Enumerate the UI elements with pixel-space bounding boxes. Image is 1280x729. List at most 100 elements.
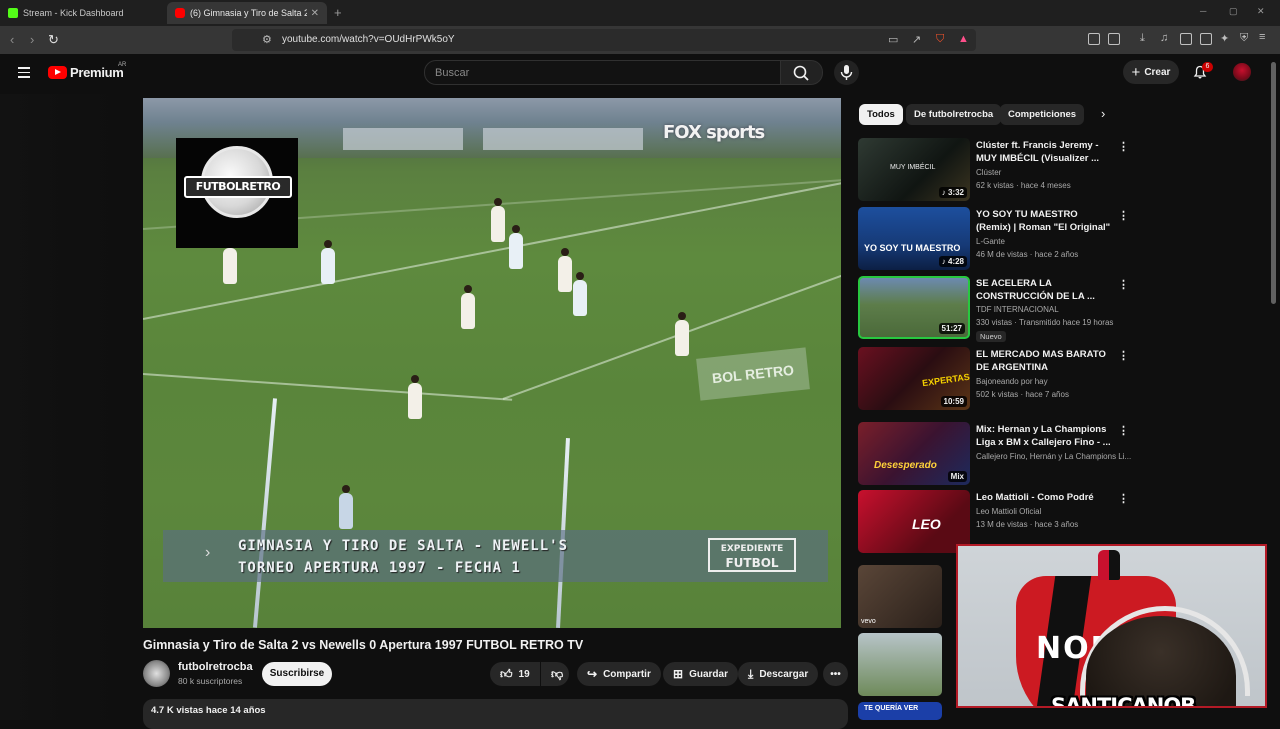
search-placeholder: Buscar [435, 67, 470, 79]
more-vert-icon[interactable]: ⋮ [1118, 140, 1129, 153]
video-thumbnail[interactable]: vevo [858, 565, 942, 628]
account-avatar[interactable] [1233, 63, 1251, 81]
chip-todos[interactable]: Todos [859, 104, 903, 125]
download-icon: ⤓ [748, 666, 754, 681]
wallet-icon[interactable] [1200, 33, 1212, 45]
list-item[interactable]: YO SOY TU MAESTRO ♪ 4:28 YO SOY TU MAEST… [858, 207, 1138, 271]
share-icon[interactable]: ↗ [912, 33, 921, 46]
channel-avatar[interactable] [143, 660, 170, 687]
channel-name[interactable]: Bajoneando por hay [976, 377, 1048, 386]
mix-badge: Mix [947, 471, 967, 482]
url-text: youtube.com/watch?v=OUdHrPWk5oY [282, 34, 455, 45]
minimize-icon[interactable]: ─ [1200, 6, 1206, 16]
dislike-button[interactable]: 👎︎ [541, 662, 569, 686]
channel-name[interactable]: Callejero Fino, Hernán y La Champions Li… [976, 452, 1131, 461]
tab-youtube-video[interactable]: (6) Gimnasia y Tiro de Salta 2 vs ✕ [167, 2, 327, 24]
video-thumbnail[interactable]: EXPERTAS 10:59 [858, 347, 970, 410]
more-vert-icon[interactable]: ⋮ [1118, 424, 1129, 437]
tab-kick-dashboard[interactable]: Stream - Kick Dashboard [0, 2, 165, 24]
leo-ai-icon[interactable]: ✦ [1220, 32, 1229, 45]
install-app-icon[interactable]: ▭ [888, 33, 898, 46]
video-thumbnail[interactable]: TE QUERÍA VER [858, 702, 942, 720]
video-title: EL MERCADO MAS BARATO DE ARGENTINA [976, 349, 1106, 373]
search-icon [793, 65, 809, 81]
description-box[interactable]: 4.7 K vistas hace 14 años [143, 699, 848, 729]
youtube-premium-logo[interactable]: Premium AR [48, 62, 126, 80]
list-item[interactable]: EXPERTAS 10:59 EL MERCADO MAS BARATO DE … [858, 347, 1138, 411]
subscriber-count: 80 k suscriptores [178, 676, 243, 686]
more-actions-button[interactable]: ••• [823, 662, 848, 686]
video-title: SE ACELERA LA CONSTRUCCIÓN DE LA ... [976, 278, 1095, 302]
thumbnail-caption: Desesperado [874, 460, 937, 471]
channel-name[interactable]: L-Gante [976, 237, 1005, 246]
video-meta: 62 k vistas · hace 4 meses [976, 181, 1071, 190]
match-lower-third: › GIMNASIA Y TIRO DE SALTA - NEWELL'S TO… [163, 530, 828, 582]
extensions-icon[interactable] [1088, 33, 1100, 45]
video-thumbnail[interactable]: Desesperado Mix [858, 422, 970, 485]
close-tab-icon[interactable]: ✕ [311, 8, 319, 19]
create-label: Crear [1144, 66, 1171, 78]
video-duration: ♪ 3:32 [938, 187, 967, 198]
video-title: Gimnasia y Tiro de Salta 2 vs Newells 0 … [143, 638, 584, 652]
page-scrollbar[interactable] [1271, 62, 1276, 304]
sidebar-icon[interactable] [1180, 33, 1192, 45]
video-thumbnail[interactable] [858, 633, 942, 696]
share-button[interactable]: ↪ Compartir [577, 662, 661, 686]
more-vert-icon[interactable]: ⋮ [1118, 349, 1129, 362]
new-tab-button[interactable]: + [334, 5, 342, 20]
address-bar[interactable]: ⚙ youtube.com/watch?v=OUdHrPWk5oY ▭ ↗ ⛉ … [232, 29, 976, 51]
list-item[interactable]: MUY IMBÉCIL ♪ 3:32 Clúster ft. Francis J… [858, 138, 1138, 202]
close-window-icon[interactable]: ✕ [1257, 6, 1265, 17]
expediente-futbol-badge: EXPEDIENTE FUTBOL [708, 538, 796, 572]
plus-icon: + [1131, 63, 1141, 81]
like-button[interactable]: 👍︎ 19 [490, 662, 540, 686]
brave-shield-icon[interactable]: ⛉ [936, 33, 944, 46]
search-button[interactable] [781, 60, 823, 85]
channel-name[interactable]: Clúster [976, 168, 1001, 177]
channel-name[interactable]: futbolretrocba [178, 661, 253, 673]
pitch-board: BOL RETRO [696, 347, 810, 401]
rewards-icon[interactable]: ▲ [958, 33, 969, 45]
badge-line2: FUTBOL [725, 556, 779, 570]
video-thumbnail[interactable]: LEO [858, 490, 970, 553]
forward-icon[interactable]: › [30, 32, 34, 47]
more-vert-icon[interactable]: ⋮ [1118, 492, 1129, 505]
thumbnail-caption: MUY IMBÉCIL [890, 164, 936, 171]
list-item[interactable]: 51:27 SE ACELERA LA CONSTRUCCIÓN DE LA .… [858, 276, 1138, 342]
video-title: YO SOY TU MAESTRO (Remix) | Roman "El Or… [976, 209, 1111, 233]
video-thumbnail[interactable]: YO SOY TU MAESTRO ♪ 4:28 [858, 207, 970, 270]
create-button[interactable]: + Crear [1123, 60, 1179, 84]
more-vert-icon[interactable]: ⋮ [1118, 278, 1129, 291]
youtube-favicon-icon [175, 8, 185, 18]
channel-name[interactable]: TDF INTERNACIONAL [976, 305, 1059, 314]
chip-channel[interactable]: De futbolretrocba [906, 104, 1002, 125]
chevron-right-icon: › [205, 544, 211, 561]
site-info-icon[interactable]: ⚙ [262, 33, 272, 46]
save-button[interactable]: ⊞ Guardar [663, 662, 738, 686]
subscribe-button[interactable]: Suscribirse [262, 662, 332, 686]
video-thumbnail[interactable]: 51:27 [858, 276, 970, 339]
tab-title: Stream - Kick Dashboard [23, 8, 124, 18]
channel-name[interactable]: Leo Mattioli Oficial [976, 507, 1041, 516]
downloads-icon[interactable]: ⤓ [1140, 32, 1145, 45]
video-title: Mix: Hernan y La Champions Liga x BM x C… [976, 424, 1111, 448]
maximize-icon[interactable]: ▢ [1229, 6, 1238, 17]
voice-search-button[interactable] [834, 60, 859, 85]
more-vert-icon[interactable]: ⋮ [1118, 209, 1129, 222]
reader-mode-icon[interactable] [1108, 33, 1120, 45]
video-thumbnail[interactable]: MUY IMBÉCIL ♪ 3:32 [858, 138, 970, 201]
back-icon[interactable]: ‹ [10, 32, 14, 47]
notification-count-badge: 6 [1202, 62, 1213, 72]
reload-icon[interactable]: ↻ [48, 32, 59, 48]
video-player[interactable]: FUTBOLRETRO FOX sports BOL RETRO › GIMNA… [143, 98, 841, 628]
hamburger-menu-icon[interactable] [18, 67, 30, 78]
search-input[interactable]: Buscar [424, 60, 781, 85]
list-item[interactable]: Desesperado Mix Mix: Hernan y La Champio… [858, 422, 1138, 486]
media-icon[interactable]: ♫ [1160, 32, 1168, 44]
chevron-right-icon[interactable]: › [1101, 106, 1105, 121]
download-button[interactable]: ⤓ Descargar [738, 662, 819, 686]
vpn-icon[interactable]: ⛨ [1240, 32, 1248, 45]
chip-competiciones[interactable]: Competiciones [1000, 104, 1085, 125]
menu-icon[interactable]: ≡ [1259, 31, 1265, 43]
video-duration: 10:59 [940, 396, 967, 407]
